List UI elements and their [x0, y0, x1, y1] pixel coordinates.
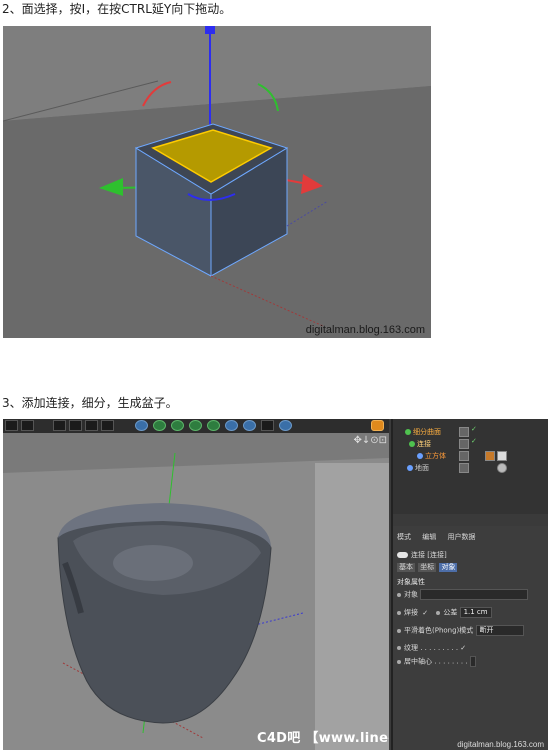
attribute-tabs: 基本 坐标 对象 — [397, 563, 458, 572]
center-axis-checkbox[interactable] — [469, 656, 476, 667]
center-axis-row: 居中轴心 . . . . . . . . — [397, 656, 476, 667]
bowl-scene — [3, 433, 389, 750]
phong-mode-select[interactable]: 断开 — [475, 625, 524, 636]
bullet-icon — [397, 610, 401, 615]
connect-object-icon — [397, 552, 408, 558]
menu-userdata[interactable]: 用户数据 — [447, 533, 475, 541]
section-title: 对象属性 — [397, 578, 425, 586]
tab-basic[interactable]: 基本 — [397, 563, 415, 572]
floor-icon[interactable] — [243, 420, 256, 431]
spline-icon[interactable] — [153, 420, 166, 431]
y-axis-handle — [205, 26, 215, 34]
bullet-icon — [397, 628, 401, 633]
scene-icon[interactable] — [225, 420, 238, 431]
menu-mode[interactable]: 模式 — [397, 533, 411, 541]
object-title: 连接 [连接] — [397, 550, 447, 560]
watermark-bottom: C4D吧 【www.linecg.com/tieba/1799】 — [257, 731, 389, 746]
bullet-icon — [397, 659, 401, 664]
tool-button-2[interactable] — [21, 420, 34, 431]
floor-object-icon — [407, 465, 413, 471]
phong-row: 平滑着色(Phong)模式 断开 — [397, 625, 524, 636]
play-button-3[interactable] — [85, 420, 98, 431]
object-link-field[interactable] — [420, 589, 529, 600]
bullet-icon — [397, 592, 401, 597]
light-icon[interactable] — [279, 420, 292, 431]
tool-button-1[interactable] — [5, 420, 18, 431]
visibility-icon[interactable] — [459, 427, 469, 437]
step3-caption: 3、添加连接，细分，生成盆子。 — [2, 396, 178, 410]
object-item-cube[interactable]: 立方体 — [417, 451, 446, 461]
app-logo-icon[interactable] — [371, 420, 384, 431]
right-panel: 细分曲面 连接 立方体 地面 ✓ ✓ 模式 编辑 用户数据 连接 [连接] 基本… — [391, 419, 548, 750]
play-button-2[interactable] — [69, 420, 82, 431]
viewport-bowl[interactable]: ✥↓⊙⊡ C4D吧 【www.linecg.com/tieba/1799】 — [3, 433, 389, 750]
viewport-cube[interactable]: digitalman.blog.163.com — [3, 26, 431, 338]
enable-check-icon[interactable]: ✓ — [471, 437, 477, 445]
play-button-1[interactable] — [53, 420, 66, 431]
cube-icon[interactable] — [135, 420, 148, 431]
object-item-subdivision[interactable]: 细分曲面 — [405, 427, 441, 437]
tab-object[interactable]: 对象 — [439, 563, 458, 572]
bullet-icon — [397, 646, 401, 650]
bullet-icon — [436, 610, 441, 615]
watermark-small: digitalman.blog.163.com — [457, 740, 544, 749]
menu-edit[interactable]: 编辑 — [422, 533, 436, 541]
tolerance-input[interactable]: 1.1 cm — [459, 607, 492, 618]
play-button-4[interactable] — [101, 420, 114, 431]
visibility-icon[interactable] — [459, 451, 469, 461]
cube-scene — [3, 26, 431, 338]
camera-icon[interactable] — [261, 420, 274, 431]
object-item-floor[interactable]: 地面 — [407, 463, 429, 473]
weld-checkbox[interactable]: ✓ — [422, 609, 428, 617]
visibility-icon[interactable] — [459, 463, 469, 473]
weld-row: 焊接 ✓ 公差 1.1 cm — [397, 607, 492, 618]
watermark-top: digitalman.blog.163.com — [305, 324, 425, 336]
cube-object-icon — [417, 453, 423, 459]
visibility-icon[interactable] — [459, 439, 469, 449]
texture-checkbox[interactable]: ✓ — [460, 644, 466, 652]
toolbar — [3, 419, 389, 434]
nurbs-icon[interactable] — [171, 420, 184, 431]
c4d-app-window: ✥↓⊙⊡ C4D吧 【www.linecg.com/tieba/1799】 细分… — [3, 419, 548, 750]
connect-icon — [409, 441, 415, 447]
array-icon[interactable] — [189, 420, 202, 431]
deformer-icon[interactable] — [207, 420, 220, 431]
object-manager: 细分曲面 连接 立方体 地面 ✓ ✓ — [393, 419, 548, 514]
attribute-manager: 模式 编辑 用户数据 连接 [连接] 基本 坐标 对象 对象属性 对象 焊接 ✓… — [393, 526, 548, 750]
material-tag-icon[interactable] — [485, 451, 495, 461]
tab-coords[interactable]: 坐标 — [418, 563, 437, 572]
sphere-tag-icon[interactable] — [497, 463, 507, 473]
attribute-menu: 模式 编辑 用户数据 — [397, 532, 484, 542]
object-row: 对象 — [397, 589, 529, 600]
subdivision-icon — [405, 429, 411, 435]
object-item-connect[interactable]: 连接 — [409, 439, 431, 449]
texture-tag-icon[interactable] — [497, 451, 507, 461]
step2-caption: 2、面选择，按I，在按CTRL延Y向下拖动。 — [2, 2, 232, 16]
texture-row: 纹理 . . . . . . . . . ✓ — [397, 643, 466, 653]
enable-check-icon[interactable]: ✓ — [471, 425, 477, 433]
viewport-nav-icons[interactable]: ✥↓⊙⊡ — [353, 435, 387, 446]
